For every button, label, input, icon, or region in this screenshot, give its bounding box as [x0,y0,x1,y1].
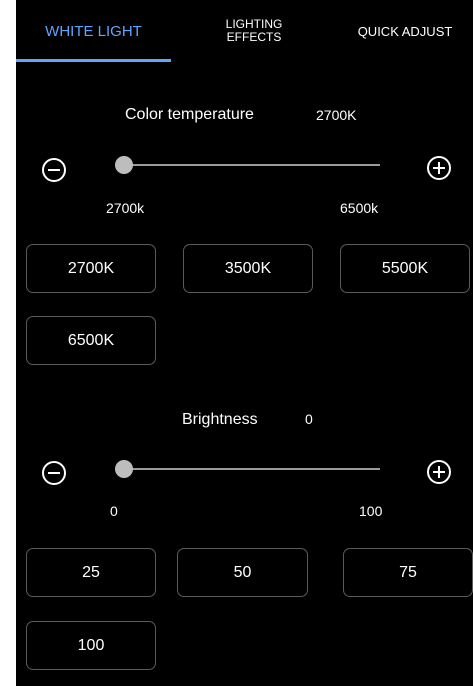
tab-quick-adjust-label: QUICK ADJUST [357,23,453,39]
tab-white-light[interactable]: WHITE LIGHT [16,0,171,62]
brightness-label: Brightness [182,411,258,428]
color-temperature-min-label: 2700k [106,200,145,216]
brightness-value: 0 [305,411,313,427]
brightness-decrease-button[interactable] [41,460,67,486]
preset-50-button[interactable]: 50 [177,548,308,597]
color-temperature-decrease-button[interactable] [41,157,67,183]
tab-white-light-label: WHITE LIGHT [45,22,142,40]
preset-100-button[interactable]: 100 [26,621,156,670]
color-temperature-max-label: 6500k [340,200,379,216]
plus-circle-icon [427,156,451,180]
brightness-increase-button[interactable] [426,459,452,485]
slider-track [116,164,380,166]
color-temperature-slider[interactable] [115,155,380,175]
white-light-panel: WHITE LIGHT LIGHTING EFFECTS QUICK ADJUS… [16,0,473,686]
minus-circle-icon [42,461,66,485]
preset-6500k-button[interactable]: 6500K [26,316,156,365]
brightness-max-label: 100 [359,503,383,519]
color-temperature-value: 2700K [316,107,357,123]
active-tab-indicator [16,59,171,62]
slider-track [116,468,380,470]
tab-lighting-effects[interactable]: LIGHTING EFFECTS [204,0,304,62]
minus-circle-icon [42,158,66,182]
preset-3500k-button[interactable]: 3500K [183,244,313,293]
tab-lighting-effects-label-line2: EFFECTS [226,30,282,44]
preset-5500k-button[interactable]: 5500K [340,244,470,293]
plus-circle-icon [427,460,451,484]
preset-25-button[interactable]: 25 [26,548,156,597]
slider-thumb[interactable] [115,156,133,174]
preset-2700k-button[interactable]: 2700K [26,244,156,293]
preset-75-button[interactable]: 75 [343,548,473,597]
color-temperature-label: Color temperature [125,106,254,123]
tab-bar: WHITE LIGHT LIGHTING EFFECTS QUICK ADJUS… [16,0,473,62]
tab-quick-adjust[interactable]: QUICK ADJUST [342,0,468,62]
slider-thumb[interactable] [115,460,133,478]
brightness-min-label: 0 [110,503,118,519]
brightness-slider[interactable] [115,459,380,479]
color-temperature-increase-button[interactable] [426,155,452,181]
